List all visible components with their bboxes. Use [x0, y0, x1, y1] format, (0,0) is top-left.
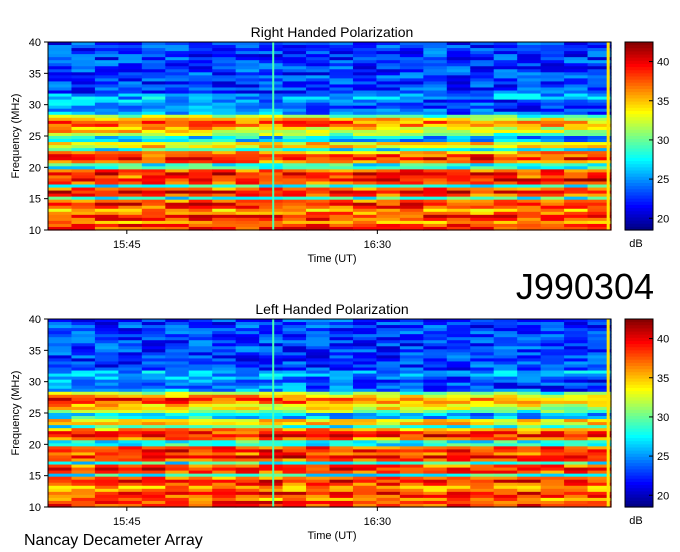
- right-polarization-panel: Right Handed Polarization 10 15 20 25 30 35 40…: [10, 24, 669, 265]
- y-tick-label: 35: [29, 345, 41, 357]
- y-tick-label: 25: [29, 408, 41, 420]
- y-tick-label: 10: [29, 502, 41, 514]
- interference-streak: [272, 42, 275, 230]
- interference-streak: [272, 319, 275, 507]
- spectrogram-figure: Right Handed Polarization 10 15 20 25 30 35 40…: [10, 24, 669, 549]
- y-axis-ticks: 10 15 20 25 30 35 40: [29, 37, 48, 237]
- colorbar-unit-label: dB: [629, 515, 642, 527]
- colorbar-tick-label: 30: [657, 412, 669, 424]
- spectrogram-image: [48, 42, 612, 231]
- x-axis-label: Time (UT): [307, 253, 356, 265]
- interference-streak: [606, 42, 610, 230]
- colorbar-tick-label: 35: [657, 373, 669, 385]
- y-tick-label: 20: [29, 439, 41, 451]
- x-tick-label: 16:30: [364, 516, 392, 528]
- colorbar-unit-label: dB: [629, 238, 642, 250]
- colorbar: 20 25 30 35 40: [624, 318, 669, 508]
- footer-label: Nancay Decameter Array: [24, 532, 203, 549]
- colorbar-tick-label: 25: [657, 451, 669, 463]
- y-tick-label: 40: [29, 314, 41, 326]
- x-axis-label: Time (UT): [307, 530, 356, 542]
- x-tick-label: 16:30: [364, 239, 392, 251]
- colorbar: 20 25 30 35 40: [624, 41, 669, 231]
- y-tick-label: 30: [29, 377, 41, 389]
- x-tick-label: 15:45: [113, 516, 141, 528]
- colorbar-tick-label: 25: [657, 174, 669, 186]
- y-tick-label: 25: [29, 131, 41, 143]
- y-tick-label: 35: [29, 68, 41, 80]
- x-tick-label: 15:45: [113, 239, 141, 251]
- x-axis-ticks: 15:45 16:30: [113, 230, 391, 251]
- y-tick-label: 15: [29, 194, 41, 206]
- x-axis-ticks: 15:45 16:30: [113, 507, 391, 528]
- panel-title: Right Handed Polarization: [251, 24, 414, 40]
- colorbar-tick-label: 40: [657, 57, 669, 69]
- y-axis-label: Frequency (MHz): [10, 94, 22, 179]
- y-tick-label: 40: [29, 37, 41, 49]
- colorbar-tick-label: 20: [657, 490, 669, 502]
- y-axis-ticks: 10 15 20 25 30 35 40: [29, 314, 48, 514]
- left-polarization-panel: Left Handed Polarization 10152025303540 …: [10, 301, 669, 542]
- y-axis-label: Frequency (MHz): [10, 371, 22, 456]
- colorbar-tick-label: 35: [657, 96, 669, 108]
- colorbar-tick-label: 20: [657, 213, 669, 225]
- interference-streak: [606, 319, 610, 507]
- y-tick-label: 20: [29, 162, 41, 174]
- panel-title: Left Handed Polarization: [255, 301, 408, 317]
- y-tick-label: 30: [29, 100, 41, 112]
- y-tick-label: 15: [29, 471, 41, 483]
- y-tick-label: 10: [29, 225, 41, 237]
- spectrogram-image: [48, 319, 612, 508]
- colorbar-tick-label: 30: [657, 135, 669, 147]
- event-label: J990304: [516, 266, 654, 307]
- colorbar-tick-label: 40: [657, 334, 669, 346]
